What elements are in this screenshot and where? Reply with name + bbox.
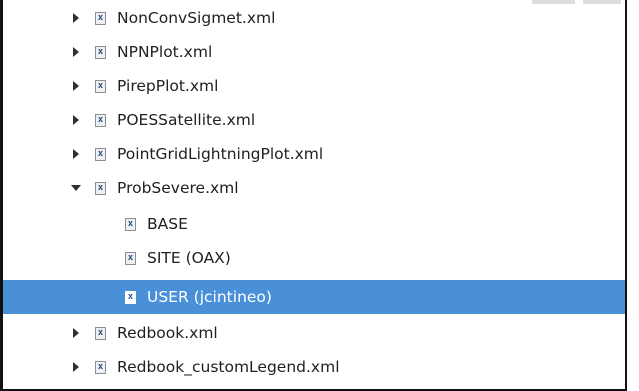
file-tree-window: x NonConvSigmet.xml x NPNPlot.xml x Pire… xyxy=(0,0,639,391)
tree-item-redbook[interactable]: x Redbook.xml xyxy=(3,316,625,350)
horizontal-scrollbar-segment[interactable] xyxy=(532,0,575,4)
tree-item-pirepplot[interactable]: x PirepPlot.xml xyxy=(3,69,625,103)
scroll-gutter xyxy=(627,0,639,391)
xml-file-icon: x xyxy=(125,218,136,231)
xml-file-icon: x xyxy=(95,182,106,195)
expand-arrow-icon[interactable] xyxy=(73,13,79,23)
tree-item-label: USER (jcintineo) xyxy=(147,288,272,306)
xml-file-icon: x xyxy=(95,327,106,340)
xml-file-icon: x xyxy=(95,114,106,127)
tree-item-pointgridlightningplot[interactable]: x PointGridLightningPlot.xml xyxy=(3,137,625,171)
tree-item-site-oax[interactable]: x SITE (OAX) xyxy=(3,241,625,275)
xml-file-icon: x xyxy=(95,46,106,59)
expand-arrow-icon[interactable] xyxy=(73,362,79,372)
expand-arrow-icon[interactable] xyxy=(73,81,79,91)
tree-item-nonconvsigmet[interactable]: x NonConvSigmet.xml xyxy=(3,1,625,35)
tree-item-redbook-customlegend[interactable]: x Redbook_customLegend.xml xyxy=(3,350,625,384)
tree-item-label: PointGridLightningPlot.xml xyxy=(117,145,324,163)
expand-arrow-icon[interactable] xyxy=(73,47,79,57)
tree-item-poessatellite[interactable]: x POESSatellite.xml xyxy=(3,103,625,137)
expand-arrow-icon[interactable] xyxy=(73,115,79,125)
xml-file-icon: x xyxy=(95,148,106,161)
xml-file-icon: x xyxy=(95,80,106,93)
xml-file-icon: x xyxy=(95,12,106,25)
tree-item-probsevere[interactable]: x ProbSevere.xml xyxy=(3,171,625,205)
expand-arrow-icon[interactable] xyxy=(73,328,79,338)
tree-item-label: SITE (OAX) xyxy=(147,249,231,267)
tree-item-label: BASE xyxy=(147,215,188,233)
tree-item-label: Redbook_customLegend.xml xyxy=(117,358,340,376)
tree-item-base[interactable]: x BASE xyxy=(3,207,625,241)
xml-file-icon: x xyxy=(95,361,106,374)
tree-item-user-jcintineo[interactable]: x USER (jcintineo) xyxy=(3,280,625,314)
tree-item-label: NPNPlot.xml xyxy=(117,43,213,61)
tree-item-label: NonConvSigmet.xml xyxy=(117,9,276,27)
tree-item-label: ProbSevere.xml xyxy=(117,179,239,197)
tree-item-label: PirepPlot.xml xyxy=(117,77,219,95)
tree-item-npnplot[interactable]: x NPNPlot.xml xyxy=(3,35,625,69)
panel-border-left xyxy=(0,0,3,391)
file-tree: x NonConvSigmet.xml x NPNPlot.xml x Pire… xyxy=(3,0,625,389)
collapse-arrow-icon[interactable] xyxy=(71,185,81,191)
tree-item-label: Redbook.xml xyxy=(117,324,218,342)
expand-arrow-icon[interactable] xyxy=(73,149,79,159)
xml-file-icon: x xyxy=(125,291,136,304)
xml-file-icon: x xyxy=(125,252,136,265)
horizontal-scrollbar-segment[interactable] xyxy=(583,0,621,4)
tree-item-label: POESSatellite.xml xyxy=(117,111,256,129)
